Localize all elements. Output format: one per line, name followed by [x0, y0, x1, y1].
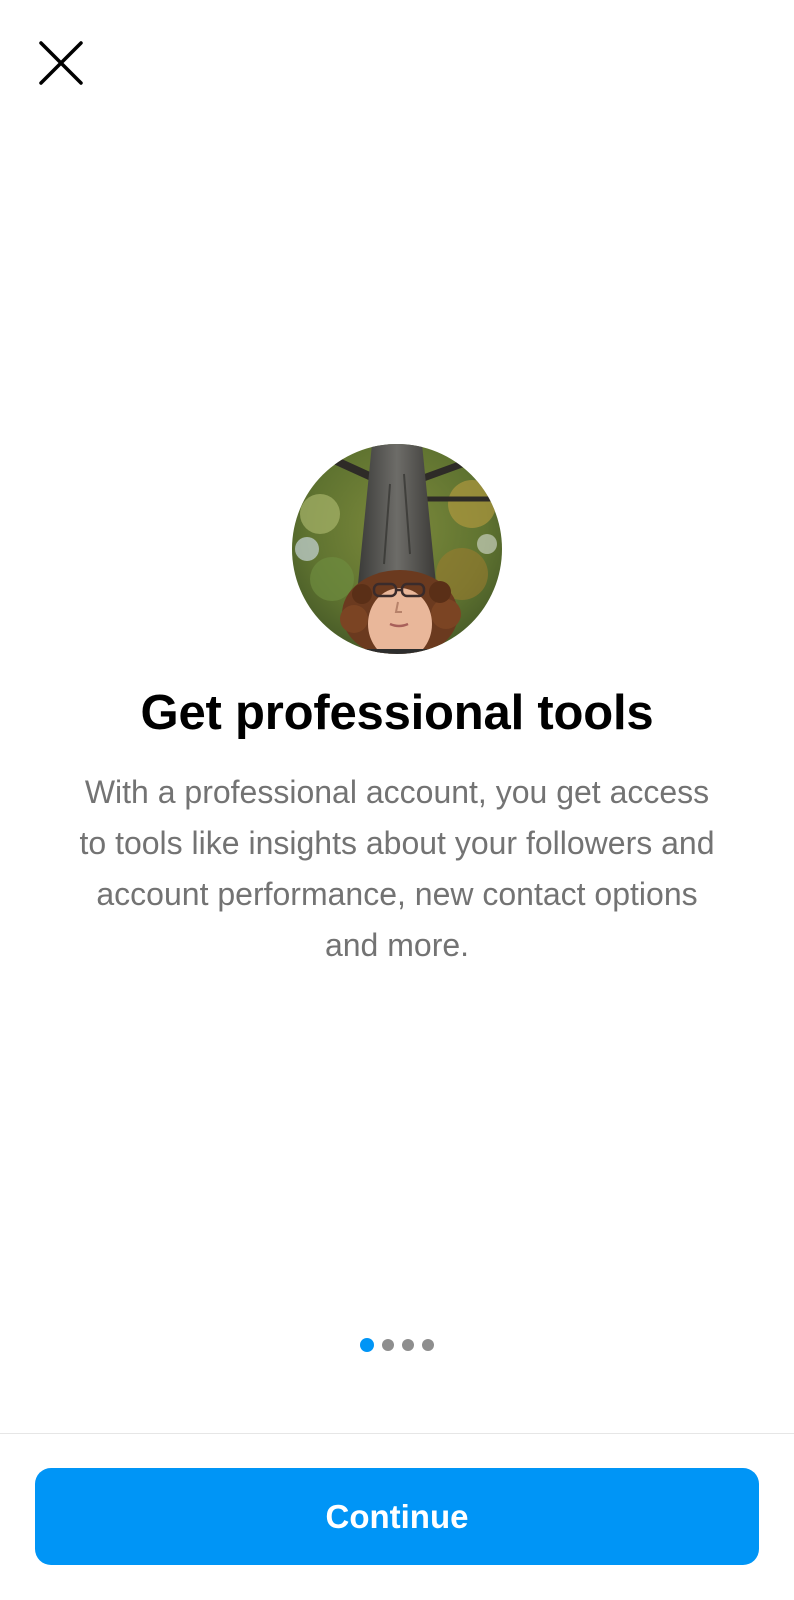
close-icon [39, 41, 83, 85]
page-indicator [0, 1338, 794, 1352]
continue-button[interactable]: Continue [35, 1468, 759, 1565]
page-dot-4 [422, 1339, 434, 1351]
onboarding-screen: Get professional tools With a profession… [0, 0, 794, 1600]
avatar [292, 444, 502, 654]
page-title: Get professional tools [140, 686, 654, 740]
page-description: With a professional account, you get acc… [79, 773, 715, 963]
footer-divider [0, 1433, 794, 1434]
profile-photo [292, 444, 502, 654]
page-dot-3 [402, 1339, 414, 1351]
close-button[interactable] [32, 34, 90, 92]
page-dot-1-active [360, 1338, 374, 1352]
main-content: Get professional tools With a profession… [0, 444, 794, 971]
page-dot-2 [382, 1339, 394, 1351]
